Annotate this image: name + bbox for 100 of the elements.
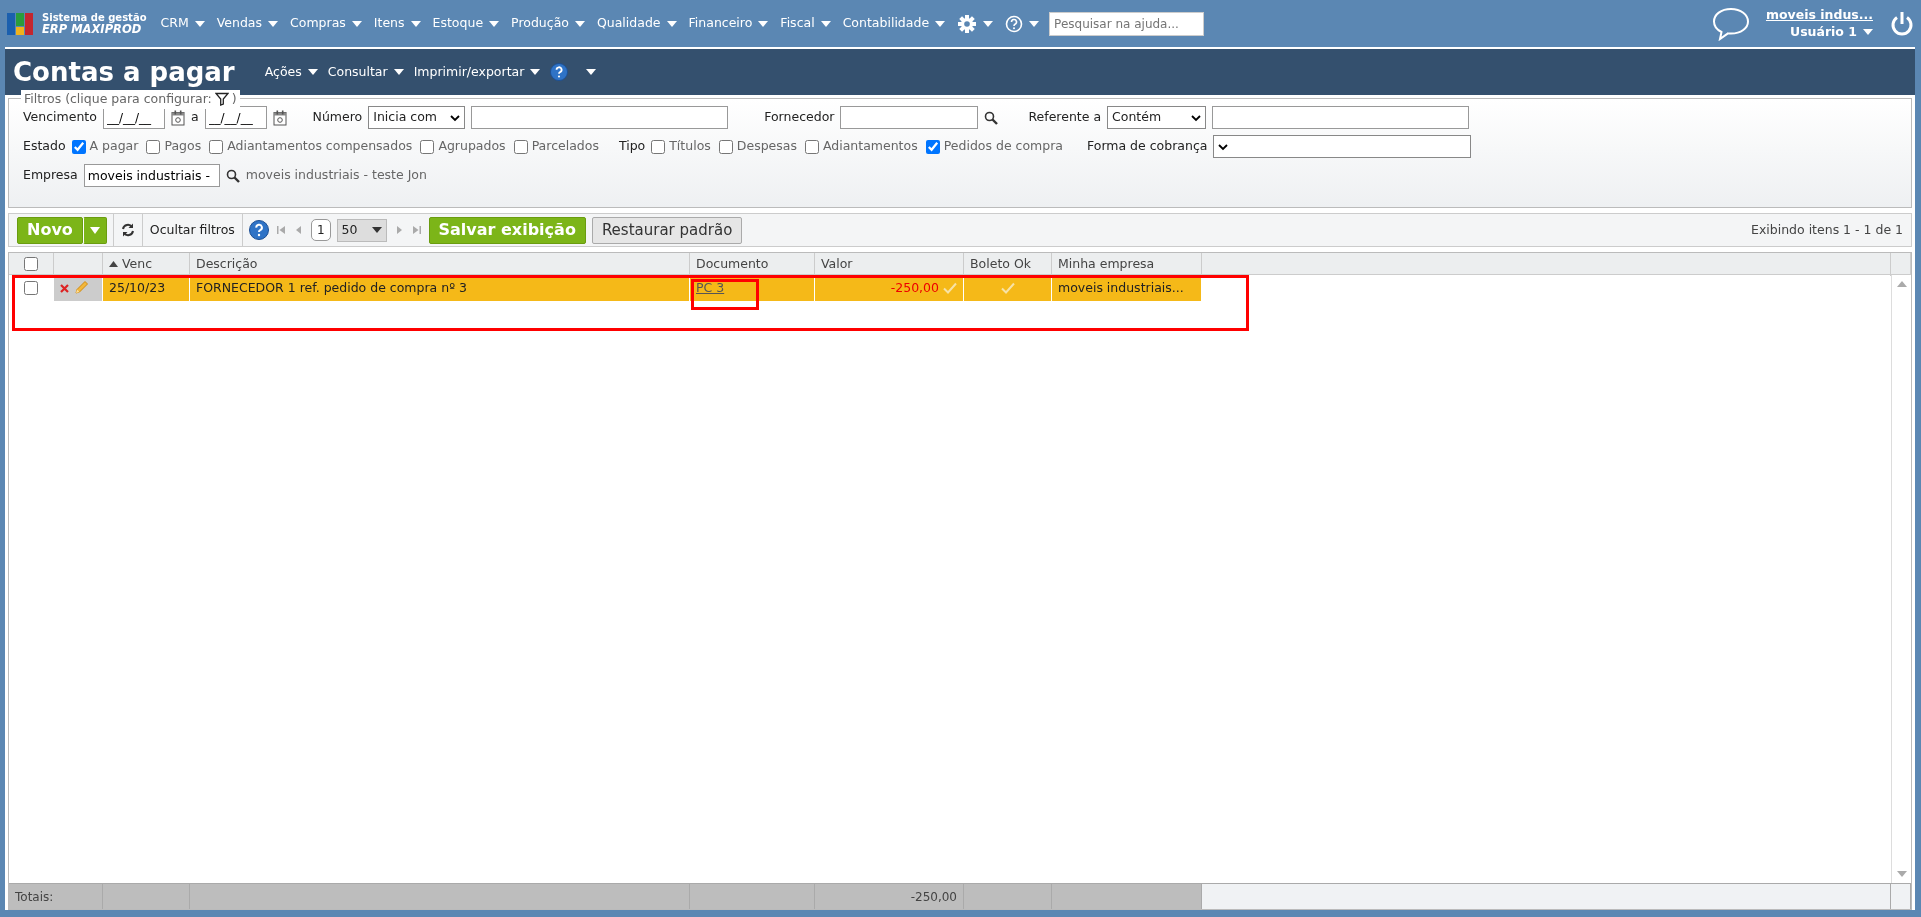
filter-checkbox[interactable] [209,139,224,154]
search-icon[interactable] [984,110,999,125]
date-field[interactable]: __/__/__ [102,106,165,129]
menu-item[interactable]: Compras [284,14,368,33]
refresh-icon[interactable] [119,222,136,238]
caret-icon [1896,871,1907,877]
help-search-field[interactable]: Pesquisar na ajuda... [1049,11,1205,36]
page-size-select[interactable]: 50 [336,218,387,242]
filter-checkbox[interactable] [71,139,86,154]
column-header[interactable]: Venc [103,253,190,276]
question-icon [1005,14,1024,33]
filter-checkbox[interactable] [718,139,733,154]
page-menu[interactable]: Imprimir/exportar [413,62,541,82]
totals-label: Totais: [9,884,103,909]
column-header[interactable]: Documento [690,253,815,276]
select-field[interactable] [1213,135,1472,158]
caret-icon [489,20,500,27]
page-menu[interactable]: Consultar [327,62,404,82]
filter-label: Vencimento [23,108,97,127]
select-all-checkbox[interactable] [24,257,38,272]
column-header[interactable]: Minha empresa [1052,253,1202,276]
checkbox-label: Despesas [736,137,797,156]
caret-icon [935,20,946,27]
filters-legend[interactable]: Filtros (clique para configurar: [24,90,212,109]
page-title: Contas a pagar [13,59,235,85]
company-link[interactable]: moveis indus... [1765,6,1873,24]
gear-icon [957,13,978,34]
search-icon[interactable] [225,168,240,183]
totals-value: -250,00 [815,884,964,909]
column-header[interactable]: Descrição [190,253,690,276]
funnel-icon[interactable] [214,92,229,107]
menu-item[interactable]: Financeiro [682,14,775,33]
caret-icon [1863,28,1873,35]
chat-icon[interactable] [1711,6,1750,41]
help-icon[interactable] [550,63,569,81]
filter-label: Referente a [1028,108,1102,127]
menu-item[interactable]: Qualidade [590,14,683,33]
page-menu[interactable]: Ações [264,62,318,82]
checkbox-label: Títulos [669,137,711,156]
logo-title: ERP MAXIPROD [42,22,142,36]
new-dropdown-button[interactable] [82,216,107,244]
number-field[interactable] [471,106,729,129]
menu-item[interactable]: Itens [367,14,427,33]
column-header[interactable]: Boleto Ok [964,253,1052,276]
date-field[interactable]: __/__/__ [204,106,267,129]
restore-default-button[interactable]: Restaurar padrão [591,216,743,244]
filters-legend-end: ) [231,90,237,108]
date-separator: a [190,108,199,127]
logo-subtitle: Sistema de gestão [42,11,147,23]
checkbox-label: Pagos [164,137,202,156]
filter-checkbox[interactable] [146,139,161,154]
row-checkbox[interactable] [24,281,38,295]
filter-checkbox[interactable] [420,139,435,154]
hide-filters-button[interactable]: Ocultar filtros [148,219,236,241]
caret-icon [351,20,362,27]
menu-item[interactable]: Fiscal [774,14,837,33]
amount-value: -250,00 [890,278,939,297]
filter-label: Número [312,108,363,127]
caret-icon [758,20,769,27]
caret-icon [586,69,597,75]
help-icon[interactable] [248,220,269,240]
filter-checkbox[interactable] [651,139,666,154]
supplier-field[interactable] [840,106,979,129]
caret-icon [371,227,382,233]
filter-checkbox[interactable] [513,139,528,154]
checkbox-label: Adiantamentos compensados [227,137,413,156]
filter-label: Fornecedor [764,108,835,127]
delete-icon[interactable] [60,283,69,293]
caret-icon [530,69,541,75]
chevron-icon [1218,141,1229,152]
checkbox-label: Pedidos de compra [943,137,1063,156]
company-field[interactable]: moveis industriais - [83,164,220,187]
menu-item[interactable]: CRM [154,14,211,33]
reference-field[interactable] [1212,106,1470,129]
menu-item[interactable]: Vendas [210,14,285,33]
check-icon [943,282,957,294]
select-field[interactable]: Contém [1107,106,1207,129]
filter-label: Empresa [23,166,78,185]
filter-checkbox[interactable] [925,139,940,154]
caret-icon [666,20,677,27]
column-header[interactable]: Valor [815,253,964,276]
calendar-icon[interactable] [272,109,287,126]
filter-label: Estado [23,137,66,156]
page-number[interactable]: 1 [310,219,331,241]
chevron-icon [1191,112,1202,123]
filter-checkbox[interactable] [804,139,819,154]
filter-label: Tipo [618,137,646,156]
menu-item[interactable]: Contabilidade [836,14,952,33]
caret-icon [393,69,404,75]
caret-icon [983,20,994,27]
caret-icon [307,69,318,75]
caret-icon [574,20,585,27]
menu-item[interactable]: Estoque [426,14,506,33]
calendar-icon[interactable] [170,109,185,126]
user-menu[interactable]: Usuário 1 [1790,23,1873,41]
chevron-icon [450,112,461,123]
document-link[interactable]: PC 3 [696,278,725,298]
menu-item[interactable]: Produção [505,14,591,33]
power-icon[interactable] [1889,10,1915,37]
select-field[interactable]: Inicia com [368,106,466,129]
